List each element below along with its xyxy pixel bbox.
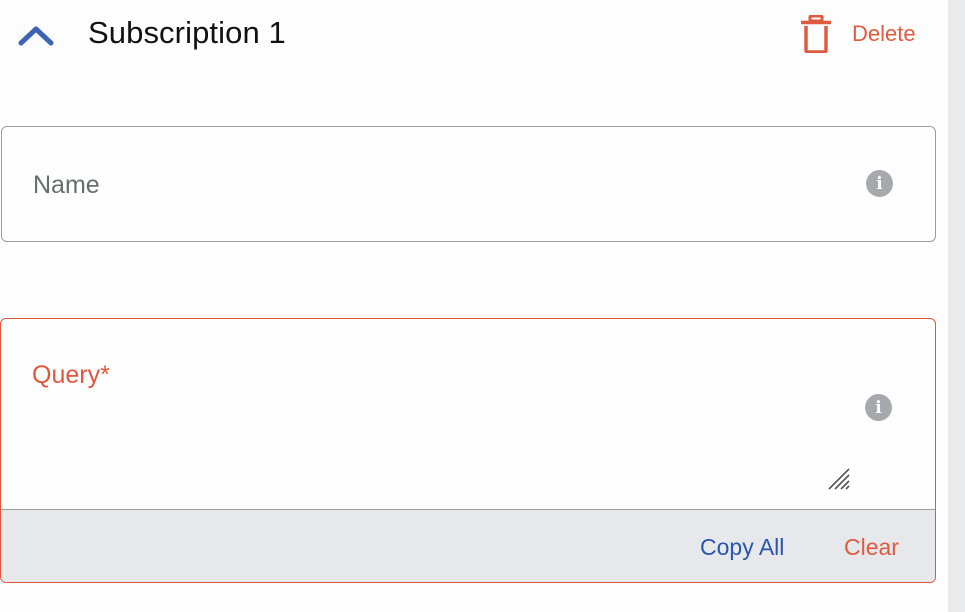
copy-all-button[interactable]: Copy All xyxy=(700,534,784,561)
delete-label: Delete xyxy=(852,21,916,46)
name-input[interactable] xyxy=(32,157,832,213)
delete-button[interactable]: Delete xyxy=(798,12,938,56)
name-field[interactable]: Name i xyxy=(1,126,936,242)
clear-button[interactable]: Clear xyxy=(844,534,899,561)
chevron-up-icon xyxy=(18,26,54,46)
scrollbar-track[interactable] xyxy=(948,0,965,612)
query-toolbar: Copy All Clear xyxy=(1,509,935,582)
resize-handle-icon[interactable] xyxy=(825,465,853,493)
query-field[interactable]: Query* i Copy All Clear xyxy=(0,318,936,583)
query-textarea[interactable] xyxy=(31,399,831,499)
info-icon[interactable]: i xyxy=(865,394,892,421)
trash-icon xyxy=(798,13,834,55)
query-label: Query* xyxy=(32,361,110,389)
info-icon[interactable]: i xyxy=(866,170,893,197)
collapse-button[interactable] xyxy=(14,18,58,52)
subscription-title: Subscription 1 xyxy=(88,15,286,50)
subscription-header: Subscription 1 Delete xyxy=(0,0,948,70)
subscription-panel: Subscription 1 Delete Name i Query* i Co… xyxy=(0,0,965,612)
